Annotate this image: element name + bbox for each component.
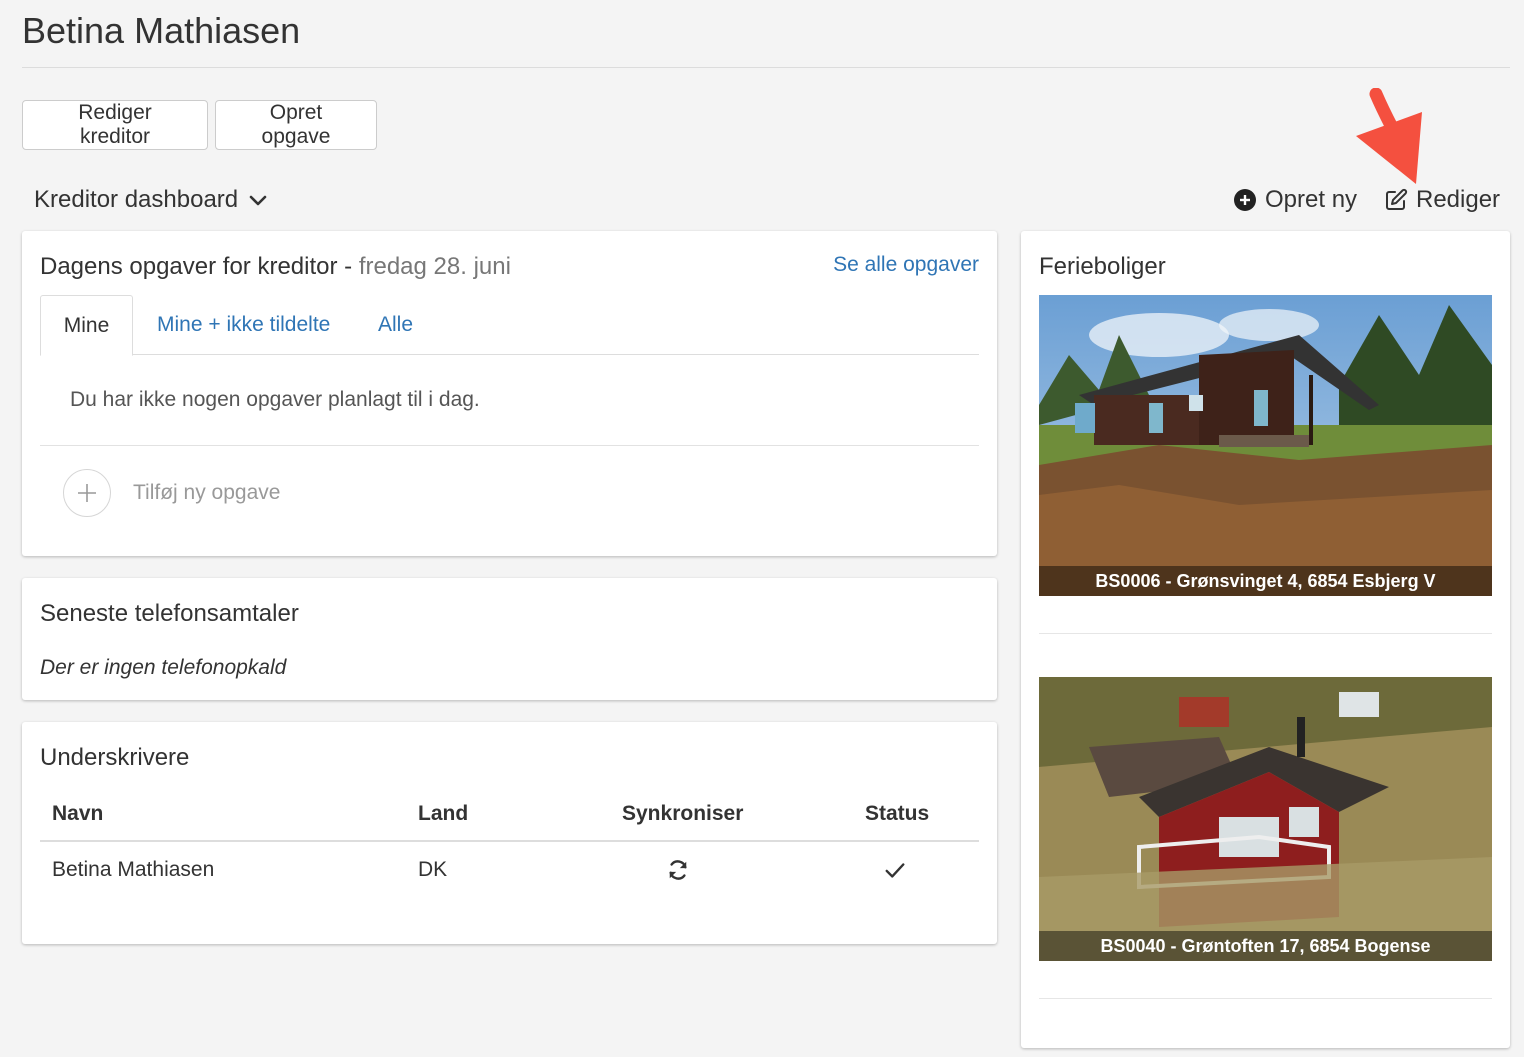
plus-icon	[78, 484, 96, 502]
annotation-arrow-icon	[1356, 88, 1422, 184]
holiday-homes-card: Ferieboliger BS0006 - Grønsvinget 4, 685…	[1021, 231, 1510, 1048]
sync-icon	[669, 860, 687, 880]
divider	[1039, 998, 1492, 999]
tasks-card-title: Dagens opgaver for kreditor - fredag 28.…	[40, 253, 511, 281]
tab-mine-unassigned[interactable]: Mine + ikke tildelte	[157, 295, 330, 355]
sync-button[interactable]	[667, 859, 689, 887]
plus-circle-icon	[1234, 189, 1256, 211]
add-circle	[63, 469, 111, 517]
chevron-down-icon	[249, 195, 267, 206]
edit-label: Rediger	[1416, 186, 1501, 213]
signers-card-title: Underskrivere	[40, 744, 190, 771]
no-tasks-message: Du har ikke nogen opgaver planlagt til i…	[70, 388, 480, 411]
create-task-button[interactable]: Opret opgave	[215, 100, 377, 150]
signer-country: DK	[418, 858, 448, 881]
tab-all[interactable]: Alle	[378, 295, 413, 355]
task-tabs: Mine Mine + ikke tildelte Alle	[40, 295, 979, 356]
holiday-home-card[interactable]: BS0006 - Grønsvinget 4, 6854 Esbjerg V	[1039, 295, 1492, 596]
see-all-tasks-link[interactable]: Se alle opgaver	[833, 253, 979, 277]
divider	[40, 445, 979, 446]
house-caption: BS0006 - Grønsvinget 4, 6854 Esbjerg V	[1039, 566, 1492, 596]
dashboard-selector-label: Kreditor dashboard	[34, 186, 239, 213]
page-title: Betina Mathiasen	[22, 10, 301, 51]
column-header-country: Land	[418, 802, 469, 825]
tasks-title-separator: -	[337, 253, 359, 280]
tasks-date: fredag 28. juni	[358, 253, 511, 280]
column-header-status: Status	[865, 802, 930, 825]
holiday-home-card[interactable]: BS0040 - Grøntoften 17, 6854 Bogense	[1039, 677, 1492, 961]
dashboard-selector[interactable]: Kreditor dashboard	[34, 186, 268, 214]
signers-card: Underskrivere Navn Land Synkroniser Stat…	[22, 722, 997, 944]
tasks-card: Dagens opgaver for kreditor - fredag 28.…	[22, 231, 997, 556]
signers-table: Navn Land Synkroniser Status Betina Math…	[40, 794, 979, 898]
status-indicator	[884, 859, 906, 887]
calls-card-title: Seneste telefonsamtaler	[40, 600, 299, 627]
tasks-title-text: Dagens opgaver for kreditor	[40, 253, 338, 280]
edit-creditor-button[interactable]: Rediger kreditor	[22, 100, 208, 150]
add-task-button[interactable]: Tilføj ny opgave	[63, 469, 280, 517]
holiday-homes-title: Ferieboliger	[1039, 253, 1166, 280]
divider	[1039, 633, 1492, 634]
tab-mine[interactable]: Mine	[40, 295, 133, 356]
table-header: Navn Land Synkroniser Status	[40, 794, 979, 842]
create-new-button[interactable]: Opret ny	[1233, 186, 1357, 214]
house-photo	[1039, 295, 1492, 596]
edit-icon	[1386, 188, 1408, 210]
signer-name: Betina Mathiasen	[52, 858, 215, 881]
title-divider	[22, 67, 1510, 68]
create-new-label: Opret ny	[1265, 186, 1358, 213]
edit-dashboard-button[interactable]: Rediger	[1384, 186, 1500, 214]
check-icon	[885, 863, 905, 878]
column-header-name: Navn	[52, 802, 104, 825]
phone-calls-card: Seneste telefonsamtaler Der er ingen tel…	[22, 578, 997, 700]
house-photo	[1039, 677, 1492, 961]
column-header-sync: Synkroniser	[622, 802, 744, 825]
table-row: Betina Mathiasen DK	[40, 842, 979, 898]
house-caption: BS0040 - Grøntoften 17, 6854 Bogense	[1039, 931, 1492, 961]
no-calls-message: Der er ingen telefonopkald	[40, 656, 287, 679]
add-task-label: Tilføj ny opgave	[133, 481, 281, 504]
